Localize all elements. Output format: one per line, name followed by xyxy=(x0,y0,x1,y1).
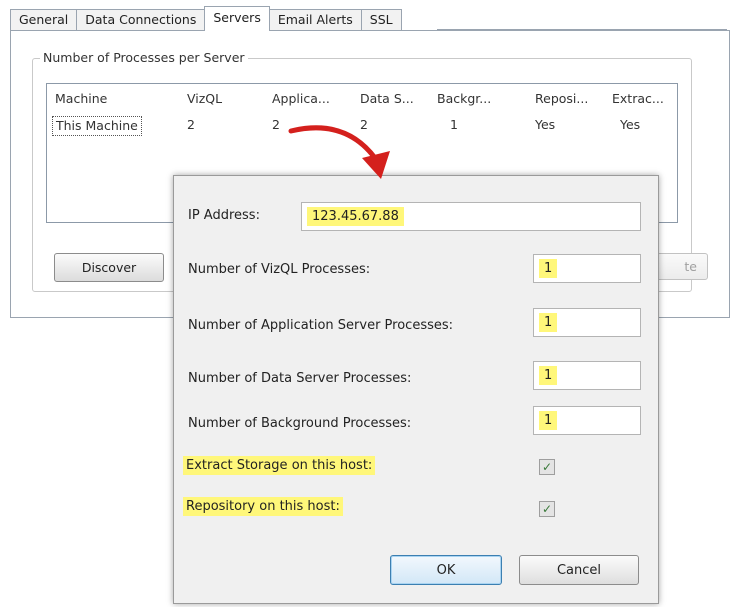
data-server-processes-field[interactable]: 1 xyxy=(533,361,641,390)
background-processes-field[interactable]: 1 xyxy=(533,406,641,435)
cell-vizql: 2 xyxy=(187,117,195,132)
extract-storage-label: Extract Storage on this host: xyxy=(183,456,376,475)
extract-storage-label-text: Extract Storage on this host: xyxy=(183,456,376,475)
data-server-processes-value: 1 xyxy=(539,366,558,385)
column-header-vizql[interactable]: VizQL xyxy=(187,88,222,110)
background-processes-value: 1 xyxy=(539,411,558,430)
repository-label: Repository on this host: xyxy=(183,497,343,516)
column-header-data-server[interactable]: Data S... xyxy=(360,88,414,110)
extract-storage-checkbox[interactable]: ✓ xyxy=(539,459,555,475)
column-header-background[interactable]: Backgr... xyxy=(437,88,491,110)
tab-email-alerts[interactable]: Email Alerts xyxy=(268,9,362,30)
app-server-processes-field[interactable]: 1 xyxy=(533,308,641,337)
group-title: Number of Processes per Server xyxy=(40,50,248,65)
server-dialog: IP Address: 123.45.67.88 Number of VizQL… xyxy=(173,175,659,604)
checkmark-icon: ✓ xyxy=(541,502,553,516)
tab-strip: General Data Connections Servers Email A… xyxy=(10,6,402,31)
repository-checkbox[interactable]: ✓ xyxy=(539,501,555,517)
column-header-application[interactable]: Applica... xyxy=(272,88,330,110)
cell-data-server: 2 xyxy=(360,117,368,132)
cell-application: 2 xyxy=(272,117,280,132)
ip-address-value: 123.45.67.88 xyxy=(307,207,404,226)
cancel-button[interactable]: Cancel xyxy=(519,555,639,585)
column-header-repository[interactable]: Reposi... xyxy=(535,88,588,110)
data-server-processes-label: Number of Data Server Processes: xyxy=(188,371,412,386)
discover-button[interactable]: Discover xyxy=(54,253,164,282)
vizql-processes-label: Number of VizQL Processes: xyxy=(188,262,371,277)
tab-general[interactable]: General xyxy=(10,9,78,30)
app-server-processes-value: 1 xyxy=(539,313,558,332)
column-header-extract[interactable]: Extrac... xyxy=(612,88,664,110)
tab-data-connections[interactable]: Data Connections xyxy=(76,9,206,30)
cell-background: 1 xyxy=(450,117,458,132)
background-processes-label: Number of Background Processes: xyxy=(188,416,412,431)
ok-button[interactable]: OK xyxy=(390,555,502,585)
ip-address-label: IP Address: xyxy=(188,208,260,223)
column-header-machine[interactable]: Machine xyxy=(55,88,107,110)
cell-repository: Yes xyxy=(535,117,556,132)
tab-ssl[interactable]: SSL xyxy=(360,9,402,30)
vizql-processes-field[interactable]: 1 xyxy=(533,254,641,283)
tab-servers[interactable]: Servers xyxy=(204,6,270,31)
cell-machine: This Machine xyxy=(52,116,142,136)
cell-extract: Yes xyxy=(620,117,641,132)
ip-address-field[interactable]: 123.45.67.88 xyxy=(301,202,641,231)
app-server-processes-label: Number of Application Server Processes: xyxy=(188,318,454,333)
repository-label-text: Repository on this host: xyxy=(183,497,343,516)
checkmark-icon: ✓ xyxy=(541,460,553,474)
vizql-processes-value: 1 xyxy=(539,259,558,278)
